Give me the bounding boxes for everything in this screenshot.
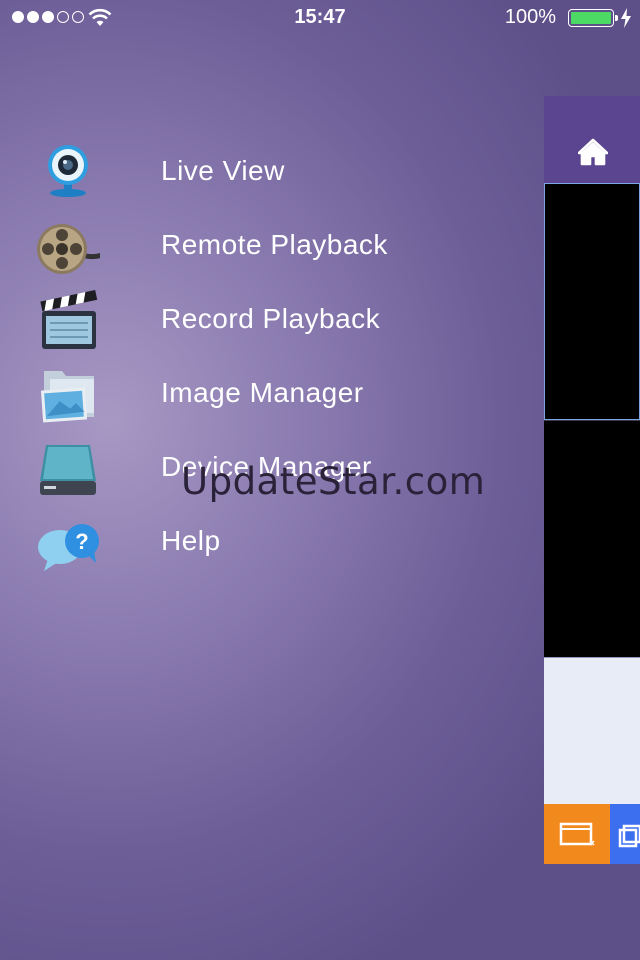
control-area [544, 658, 640, 804]
menu-item-label: Record Playback [161, 303, 381, 334]
menu-item-help[interactable]: ? Help [0, 505, 540, 579]
multi-window-icon [618, 824, 640, 848]
menu-item-remote-playback[interactable]: Remote Playback [0, 209, 540, 283]
watermark: UpdateStar.com [181, 460, 486, 503]
image-folder-icon [40, 371, 94, 423]
menu-item-image-manager[interactable]: Image Manager [0, 357, 540, 431]
window-close-icon [559, 822, 595, 846]
multi-window-button[interactable] [610, 804, 640, 864]
main-view-panel[interactable] [544, 96, 640, 864]
close-window-button[interactable] [544, 804, 610, 864]
video-window-2[interactable] [544, 420, 640, 658]
menu-item-label: Image Manager [161, 377, 364, 408]
webcam-icon [48, 145, 88, 197]
menu-item-live-view[interactable]: Live View [0, 135, 540, 209]
help-bubble-icon: ? [38, 524, 99, 571]
hard-drive-icon [40, 445, 96, 495]
menu-item-label: Live View [161, 155, 285, 186]
menu-item-label: Help [161, 525, 221, 556]
battery-icon [568, 9, 618, 27]
menu-item-record-playback[interactable]: Record Playback [0, 283, 540, 357]
charging-icon [621, 8, 631, 28]
main-view-header [544, 96, 640, 183]
home-icon[interactable] [578, 138, 608, 166]
battery-percent: 100% [504, 6, 556, 28]
svg-text:?: ? [75, 529, 88, 554]
video-window-1[interactable] [544, 183, 640, 420]
menu-item-label: Remote Playback [161, 229, 388, 260]
status-bar: 15:47 100% [0, 0, 640, 36]
film-reel-icon [37, 224, 100, 274]
clapperboard-icon [40, 289, 98, 349]
